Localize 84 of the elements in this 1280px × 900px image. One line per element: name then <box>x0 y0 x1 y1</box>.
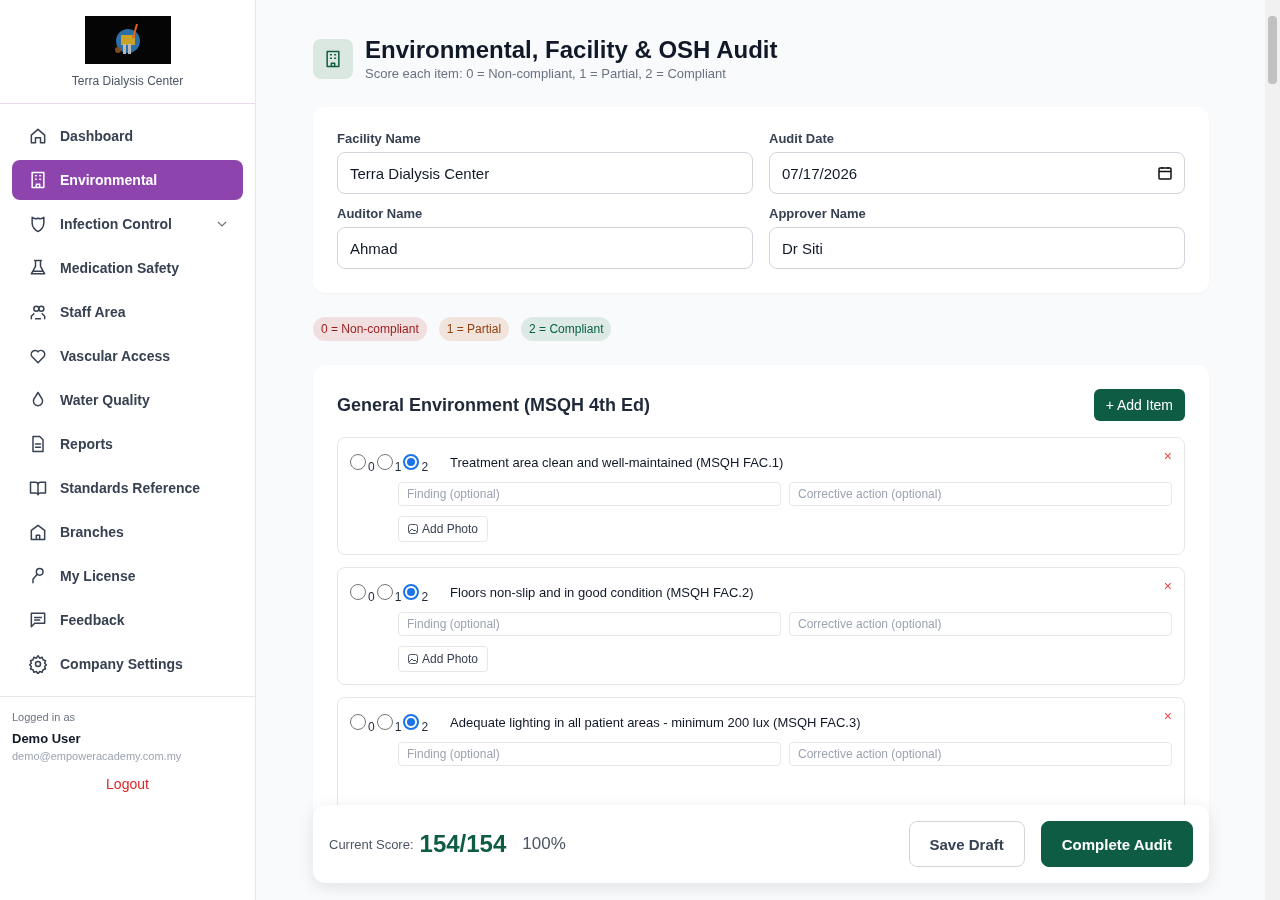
sidebar-item[interactable]: Company Settings <box>12 644 243 684</box>
remove-button[interactable]: × <box>1163 578 1172 594</box>
remove-button[interactable]: × <box>1163 708 1172 724</box>
score-label: 0 <box>368 460 375 474</box>
page-subtitle: Score each item: 0 = Non-compliant, 1 = Partial, 2 = Compliant <box>365 66 727 81</box>
add-item-button[interactable]: + Add Item <box>1093 389 1185 421</box>
logout-link[interactable]: Logout <box>106 776 149 792</box>
radio-button[interactable] <box>376 584 393 600</box>
score-label: 2 <box>421 460 429 474</box>
text-field[interactable]: Ahmad <box>337 227 753 269</box>
sidebar-item[interactable]: Standards Reference <box>12 468 243 508</box>
sidebar-item[interactable]: Feedback <box>12 600 243 640</box>
score-caption: Current Score: <box>329 836 414 852</box>
radio-button[interactable] <box>403 714 420 730</box>
user-email: demo@empoweracademy.com.my <box>12 750 183 762</box>
complete-audit-button[interactable]: Complete Audit <box>1040 821 1193 867</box>
remove-button[interactable]: × <box>1163 448 1172 464</box>
sidebar-item[interactable]: Environmental <box>12 160 243 200</box>
scrollbar[interactable] <box>1265 0 1280 900</box>
sidebar-item[interactable]: Staff Area <box>12 292 243 332</box>
radio-button[interactable] <box>403 454 420 470</box>
add-photo-button[interactable]: Add Photo <box>398 516 489 542</box>
finding-field[interactable]: Finding (optional) <box>398 742 781 766</box>
date-field[interactable]: 07/17/2026 <box>769 152 1185 194</box>
image-icon <box>408 654 418 664</box>
sidebar-item[interactable]: Water Quality <box>12 380 243 420</box>
text-field[interactable]: Dr Siti <box>769 227 1185 269</box>
score-percent: 100% <box>522 834 566 854</box>
image-icon <box>408 524 418 534</box>
book-icon <box>28 478 48 498</box>
field-label: Auditor Name <box>337 206 424 221</box>
corrective-action-field[interactable]: Corrective action (optional) <box>789 612 1172 636</box>
field-label: Approver Name <box>769 206 867 221</box>
score-value: 154/154 <box>419 830 507 858</box>
legend-tag: 1 = Partial <box>438 317 510 341</box>
field-label: Facility Name <box>337 131 422 146</box>
score-label: 0 <box>368 720 375 734</box>
user-name: Demo User <box>12 731 82 746</box>
radio-button[interactable] <box>350 714 366 730</box>
sidebar-item[interactable]: Dashboard <box>12 116 243 156</box>
sidebar-item[interactable]: Vascular Access <box>12 336 243 376</box>
text-field[interactable]: Terra Dialysis Center <box>337 152 753 194</box>
shield-icon <box>28 214 48 234</box>
finding-field[interactable]: Finding (optional) <box>398 612 781 636</box>
brand-name: Terra Dialysis Center <box>71 74 184 88</box>
score-label: 2 <box>421 720 429 734</box>
sidebar-item[interactable]: Reports <box>12 424 243 464</box>
chat-icon <box>28 610 48 630</box>
radio-button[interactable] <box>376 454 393 470</box>
building-icon <box>28 170 48 190</box>
house-icon <box>28 522 48 542</box>
home-icon <box>28 126 48 146</box>
save-draft-button[interactable]: Save Draft <box>908 821 1025 867</box>
field-label: Audit Date <box>769 131 835 146</box>
score-label: 1 <box>394 460 402 474</box>
page-title: Environmental, Facility & OSH Audit <box>365 36 778 64</box>
audit-item-text: Adequate lighting in all patient areas - minimum 200 lux (MSQH FAC.3) <box>450 714 861 730</box>
corrective-action-field[interactable]: Corrective action (optional) <box>789 742 1172 766</box>
calendar-icon[interactable] <box>1158 166 1172 180</box>
sidebar-item[interactable]: Medication Safety <box>12 248 243 288</box>
legend-tag: 0 = Non-compliant <box>313 317 427 341</box>
radio-button[interactable] <box>350 454 366 470</box>
sidebar-item[interactable]: Branches <box>12 512 243 552</box>
add-photo-button[interactable]: Add Photo <box>398 646 489 672</box>
corrective-action-field[interactable]: Corrective action (optional) <box>789 482 1172 506</box>
radio-button[interactable] <box>403 584 420 600</box>
users-icon <box>28 302 48 322</box>
flask-icon <box>28 258 48 278</box>
score-label: 2 <box>421 590 429 604</box>
sidebar-item[interactable]: Infection Control <box>12 204 243 244</box>
radio-button[interactable] <box>376 714 393 730</box>
score-label: 1 <box>394 720 402 734</box>
building-icon <box>323 48 343 69</box>
score-label: 0 <box>368 590 375 604</box>
legend-tag: 2 = Compliant <box>521 317 612 341</box>
gear-icon <box>28 654 48 674</box>
finding-field[interactable]: Finding (optional) <box>398 482 781 506</box>
sidebar-item[interactable]: My License <box>12 556 243 596</box>
radio-button[interactable] <box>350 584 366 600</box>
audit-item-text: Floors non-slip and in good condition (MSQH FAC.2) <box>450 584 754 600</box>
score-label: 1 <box>394 590 402 604</box>
section-title: General Environment (MSQH 4th Ed) <box>337 394 651 416</box>
logged-in-caption: Logged in as <box>12 711 76 723</box>
audit-item-text: Treatment area clean and well-maintained (MSQH FAC.1) <box>450 454 784 470</box>
